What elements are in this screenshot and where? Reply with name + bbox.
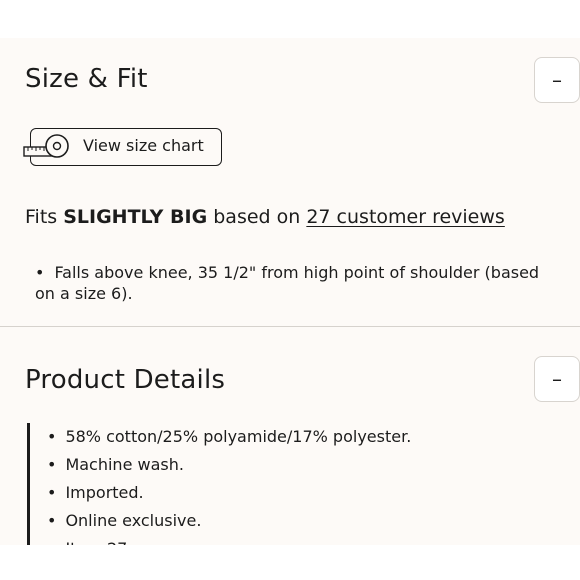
customer-reviews-link[interactable]: 27 customer reviews (306, 206, 504, 228)
detail-item: Imported. (47, 479, 547, 507)
size-fit-collapse-button[interactable]: – (534, 57, 580, 103)
detail-item: Item 27... (47, 535, 547, 545)
size-fit-title: Size & Fit (25, 64, 148, 94)
fit-prefix: Fits (25, 206, 64, 228)
product-details-list: 58% cotton/25% polyamide/17% polyester. … (27, 423, 547, 545)
fit-summary: Fits SLIGHTLY BIG based on 27 customer r… (25, 206, 505, 229)
view-size-chart-label: View size chart (83, 136, 204, 155)
bottom-band (0, 545, 580, 580)
detail-item: Machine wash. (47, 451, 547, 479)
fit-value: SLIGHTLY BIG (63, 206, 208, 228)
fit-note-text: Falls above knee, 35 1/2" from high poin… (35, 263, 540, 303)
product-details-title: Product Details (25, 365, 226, 395)
detail-item: Online exclusive. (47, 507, 547, 535)
measuring-tape-icon (23, 134, 69, 158)
fit-note-bullet: • (35, 263, 45, 282)
section-divider (0, 326, 580, 327)
detail-item: 58% cotton/25% polyamide/17% polyester. (47, 423, 547, 451)
top-band (0, 0, 580, 38)
fit-note: • Falls above knee, 35 1/2" from high poi… (35, 262, 545, 304)
fit-middle: based on (207, 206, 307, 228)
product-details-collapse-button[interactable]: – (534, 356, 580, 402)
